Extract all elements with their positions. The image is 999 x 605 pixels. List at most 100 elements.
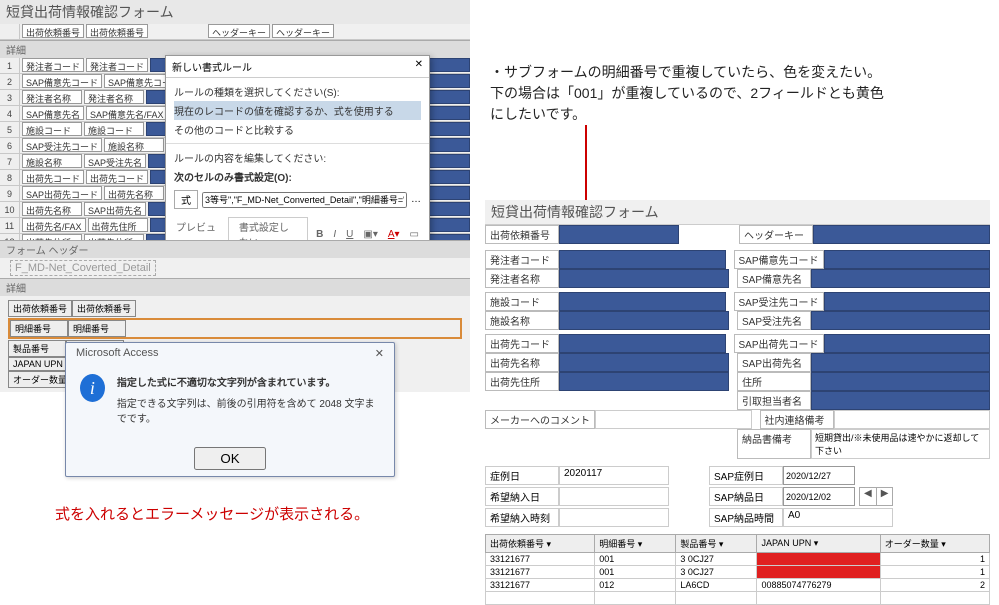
label: 希望納入日 — [485, 487, 559, 506]
label: SAP出荷先名 — [737, 353, 811, 372]
field[interactable] — [824, 250, 991, 269]
annotation-text: ・サブフォームの明細番号で重複していたら、色を変えたい。 下の場合は「001」が… — [490, 62, 884, 125]
field[interactable] — [811, 269, 990, 288]
form-title-right: 短貸出荷情報確認フォーム — [485, 200, 990, 225]
access-messagebox: Microsoft Access ✕ i 指定した式に不適切な文字列が含まれてい… — [65, 342, 395, 477]
rule-type-option[interactable]: 現在のレコードの値を確認するか、式を使用する — [174, 101, 421, 120]
subform-name: F_MD-Net_Coverted_Detail — [10, 260, 156, 276]
underline-icon[interactable]: U — [344, 229, 355, 240]
label: 出荷先住所 — [485, 372, 559, 391]
sap-case-date-input[interactable] — [783, 466, 855, 485]
subform-header: フォーム ヘッダー — [0, 240, 470, 258]
label: SAP納品日 — [709, 487, 783, 506]
table-header[interactable]: オーダー数量 ▾ — [880, 535, 989, 553]
field[interactable] — [834, 410, 991, 429]
formula-builder-icon[interactable]: … — [411, 194, 421, 205]
equip-hint: 短期貸出/※未使用品は速やかに返却して下さい — [811, 429, 990, 459]
field[interactable] — [559, 353, 729, 372]
field[interactable] — [559, 269, 729, 288]
sap-deliv-date-input[interactable] — [783, 487, 855, 506]
value-case-date[interactable]: 2020117 — [559, 466, 669, 485]
bold-icon[interactable]: B — [314, 229, 325, 240]
header-label: ヘッダーキー — [208, 24, 270, 38]
label: 出荷先名称 — [485, 353, 559, 372]
table-row[interactable]: 331216770013 0CJ271 — [486, 566, 990, 579]
field[interactable] — [559, 250, 726, 269]
value-wish-date[interactable] — [559, 487, 669, 506]
table-header[interactable]: 製品番号 ▾ — [676, 535, 757, 553]
det-header: 製品番号 — [8, 340, 66, 357]
label-req-no: 出荷依頼番号 — [485, 225, 559, 244]
form-title-left: 短貸出荷情報確認フォーム — [0, 0, 470, 24]
table-row[interactable]: 33121677012 LA6CD008850747762792 — [486, 579, 990, 592]
label: 住所 — [737, 372, 811, 391]
det-header: 明細番号 — [68, 320, 126, 337]
field[interactable] — [811, 391, 990, 410]
field[interactable] — [595, 410, 752, 429]
field[interactable] — [824, 334, 991, 353]
field-header-key[interactable] — [813, 225, 990, 244]
label: 施設コード — [485, 292, 559, 311]
dialog-title: 新しい書式ルール — [172, 59, 252, 74]
label-header-key: ヘッダーキー — [739, 225, 813, 244]
formula-input[interactable] — [202, 192, 407, 208]
close-icon[interactable]: ✕ — [415, 59, 423, 74]
label: 発注者コード — [485, 250, 559, 269]
header-label: ヘッダーキー — [272, 24, 334, 38]
label: 出荷先コード — [485, 334, 559, 353]
header-label: 出荷依頼番号 — [86, 24, 148, 38]
label: SAP受注先名 — [737, 311, 811, 330]
label: SAP備意先コード — [734, 250, 824, 269]
label: SAP納品時間 — [709, 508, 783, 527]
subform-data-table: 出荷依頼番号 ▾明細番号 ▾製品番号 ▾JAPAN UPN ▾オーダー数量 ▾ … — [485, 534, 990, 605]
msgbox-title: Microsoft Access — [76, 347, 159, 360]
field[interactable] — [559, 311, 729, 330]
enabled-icon[interactable]: ▭ — [408, 229, 421, 240]
italic-icon[interactable]: I — [331, 229, 338, 240]
caption-error: 式を入れるとエラーメッセージが表示される。 — [55, 503, 369, 524]
msgbox-line1: 指定した式に不適切な文字列が含まれています。 — [117, 374, 380, 389]
label: SAP出荷先コード — [734, 334, 824, 353]
cond-type[interactable]: 式 — [174, 190, 198, 209]
value-wish-time[interactable] — [559, 508, 669, 527]
det-header: 出荷依頼番号 — [8, 300, 72, 317]
rule-type-option[interactable]: その他のコードと比較する — [174, 120, 421, 139]
label: SAP受注先コード — [734, 292, 824, 311]
section-detail: 詳細 — [0, 278, 470, 296]
field[interactable] — [824, 292, 991, 311]
field[interactable] — [811, 372, 990, 391]
record-pager[interactable]: ◀▶ — [859, 487, 893, 506]
label: 施設名称 — [485, 311, 559, 330]
det-header: 出荷依頼番号 — [72, 300, 136, 317]
field[interactable] — [559, 292, 726, 311]
cond-label: 次のセルのみ書式設定(O): — [174, 167, 421, 186]
det-header: JAPAN UPN — [8, 357, 68, 371]
rule-type-label: ルールの種類を選択してください(S): — [174, 82, 421, 101]
label: 引取担当者名 — [737, 391, 811, 410]
field-req-no[interactable] — [559, 225, 679, 244]
label: 希望納入時刻 — [485, 508, 559, 527]
msgbox-line2: 指定できる文字列は、前後の引用符を含めて 2048 文字までです。 — [117, 395, 380, 425]
table-header[interactable]: JAPAN UPN ▾ — [757, 535, 880, 553]
fill-color-icon[interactable]: ▣▾ — [361, 229, 379, 240]
value-sap-deliv-time[interactable]: A0 — [783, 508, 893, 527]
table-row[interactable]: 331216770013 0CJ271 — [486, 553, 990, 566]
field[interactable] — [811, 353, 990, 372]
field[interactable] — [811, 311, 990, 330]
det-header: 明細番号 — [10, 320, 68, 337]
label: 納品書備考 — [737, 429, 811, 459]
table-header[interactable]: 出荷依頼番号 ▾ — [486, 535, 595, 553]
label: メーカーへのコメント — [485, 410, 595, 429]
font-color-icon[interactable]: A▾ — [386, 229, 402, 240]
close-icon[interactable]: ✕ — [375, 347, 384, 360]
label: SAP症例日 — [709, 466, 783, 485]
field[interactable] — [559, 372, 729, 391]
field[interactable] — [559, 334, 726, 353]
msgbox-ok-button[interactable]: OK — [194, 447, 265, 470]
table-header[interactable]: 明細番号 ▾ — [595, 535, 676, 553]
header-label: 出荷依頼番号 — [22, 24, 84, 38]
label: 発注者名称 — [485, 269, 559, 288]
label: 社内連絡備考 — [760, 410, 834, 429]
label: SAP備意先名 — [737, 269, 811, 288]
selected-fields[interactable]: 明細番号 明細番号 — [8, 318, 462, 339]
